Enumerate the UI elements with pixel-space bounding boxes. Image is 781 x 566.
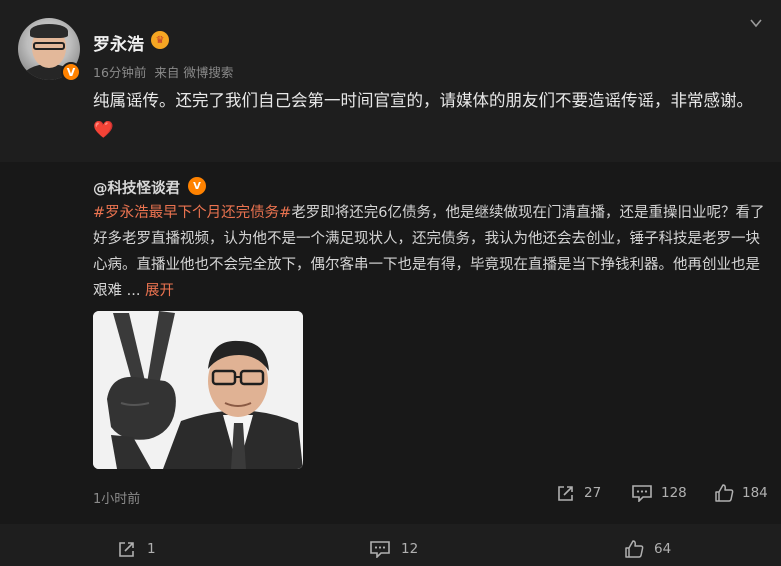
post-time[interactable]: 16分钟前 bbox=[93, 65, 146, 80]
post-action-bar: 1 12 64 bbox=[0, 524, 781, 566]
comment-button[interactable]: 12 bbox=[369, 540, 418, 558]
repost-author[interactable]: @科技怪谈君 bbox=[93, 177, 180, 198]
chevron-down-icon[interactable] bbox=[749, 16, 763, 30]
expand-link[interactable]: 展开 bbox=[145, 283, 174, 299]
heart-emoji-icon: ❤️ bbox=[93, 120, 114, 139]
photo-illustration bbox=[93, 311, 303, 469]
repost-share-count: 27 bbox=[584, 485, 602, 501]
repost-text: #罗永浩最早下个月还完债务#老罗即将还完6亿债务，他是继续做现在门清直播，还是重… bbox=[93, 200, 773, 304]
post-meta: 16分钟前 来自 微博搜索 bbox=[93, 62, 241, 81]
post-text-body: 纯属谣传。还完了我们自己会第一时间官宣的，请媒体的朋友们不要造谣传谣，非常感谢。 bbox=[93, 91, 753, 110]
share-icon bbox=[558, 486, 573, 501]
verified-badge-icon: V bbox=[61, 62, 81, 82]
repost-image[interactable] bbox=[93, 311, 303, 469]
comment-icon bbox=[632, 485, 652, 502]
like-button[interactable]: 64 bbox=[624, 540, 671, 558]
reposted-card[interactable]: @科技怪谈君 V #罗永浩最早下个月还完债务#老罗即将还完6亿债务，他是继续做现… bbox=[0, 162, 781, 524]
post-source: 来自 微博搜索 bbox=[154, 65, 234, 80]
repost-comment-button[interactable]: 128 bbox=[631, 484, 687, 502]
repost-time[interactable]: 1小时前 bbox=[93, 488, 140, 507]
weibo-post: V 罗永浩 ♛ 16分钟前 来自 微博搜索 纯属谣传。还完了我们自己会第一时间官宣… bbox=[0, 0, 781, 566]
hashtag-link[interactable]: #罗永浩最早下个月还完债务# bbox=[93, 205, 291, 221]
share-count: 1 bbox=[147, 541, 156, 557]
post-text: 纯属谣传。还完了我们自己会第一时间官宣的，请媒体的朋友们不要造谣传谣，非常感谢。… bbox=[93, 86, 765, 144]
crown-icon: ♛ bbox=[151, 31, 169, 49]
like-count: 64 bbox=[654, 541, 672, 557]
share-button[interactable]: 1 bbox=[117, 540, 156, 558]
repost-like-button[interactable]: 184 bbox=[714, 484, 768, 502]
repost-like-count: 184 bbox=[742, 485, 768, 501]
author-name[interactable]: 罗永浩 bbox=[93, 30, 144, 55]
repost-share-button[interactable]: 27 bbox=[556, 484, 601, 502]
comment-icon bbox=[370, 541, 390, 558]
thumbs-up-icon bbox=[625, 540, 644, 558]
verified-badge-icon: V bbox=[188, 177, 206, 195]
comment-count: 12 bbox=[401, 541, 419, 557]
repost-comment-count: 128 bbox=[661, 485, 687, 501]
share-icon bbox=[119, 542, 134, 557]
thumbs-up-icon bbox=[715, 484, 734, 502]
